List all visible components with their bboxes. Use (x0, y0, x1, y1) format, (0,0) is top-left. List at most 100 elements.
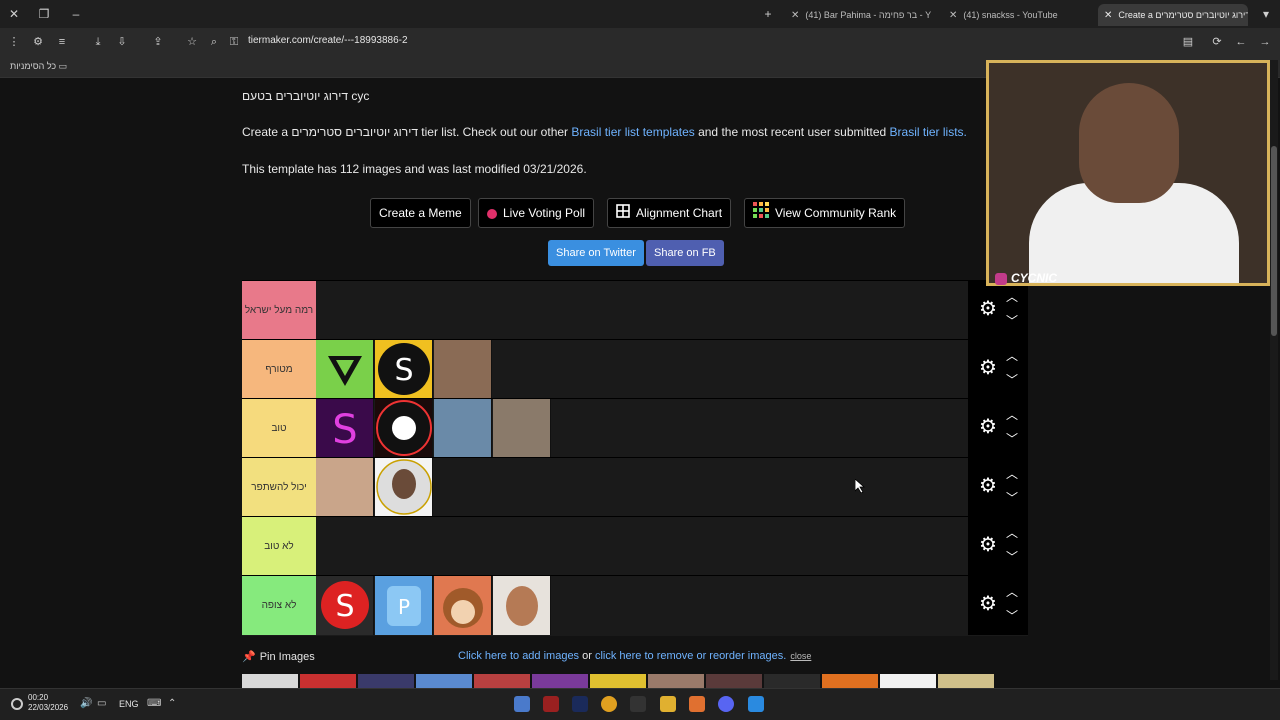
chevron-down-icon[interactable]: ﹀ (1004, 374, 1020, 386)
tab-create-tierlist[interactable]: ✕ Create a דירוג יוטיוברים סטרימרים (1098, 4, 1248, 26)
back-icon[interactable]: ← (1233, 34, 1249, 50)
pool-image[interactable] (300, 674, 356, 688)
tier-image[interactable]: S (316, 399, 374, 458)
extensions-icon[interactable]: ⚙ (30, 34, 46, 50)
language-indicator[interactable]: ENG (119, 699, 139, 709)
brasil-tierlists-link[interactable]: Brasil tier lists. (890, 125, 967, 139)
tier-label[interactable]: טוב (242, 399, 316, 458)
tier-label[interactable]: רמה מעל ישראל (242, 281, 316, 340)
share-twitter-button[interactable]: Share on Twitter (548, 240, 644, 266)
tab-menu-icon[interactable]: ▾ (1258, 6, 1274, 22)
brasil-templates-link[interactable]: Brasil tier list templates (571, 125, 694, 139)
chevron-up-icon[interactable]: ︿ (1004, 409, 1020, 421)
close-tab-icon[interactable]: ✕ (791, 10, 799, 21)
pool-image[interactable] (822, 674, 878, 688)
chevron-down-icon[interactable]: ﹀ (1004, 492, 1020, 504)
page-scrollbar[interactable] (1270, 60, 1278, 680)
tier-label[interactable]: יכול להשתפר (242, 458, 316, 517)
tier-image[interactable] (316, 340, 374, 399)
forward-icon[interactable]: → (1257, 34, 1273, 50)
clock[interactable]: 00:20 22/03/2026 (28, 693, 68, 713)
share-icon[interactable]: ⇪ (150, 34, 166, 50)
add-images-link[interactable]: Click here to add images (458, 650, 579, 662)
alignment-chart-button[interactable]: Alignment Chart (607, 198, 732, 228)
tier-items[interactable]: S P (316, 576, 968, 635)
gear-icon[interactable]: ⚙ (976, 592, 1000, 616)
live-voting-poll-button[interactable]: Live Voting Poll (478, 198, 595, 228)
volume-icon[interactable]: 🔊 (80, 698, 92, 710)
restore-icon[interactable]: ❐ (36, 6, 52, 22)
tier-image[interactable] (434, 576, 492, 635)
tier-image[interactable] (316, 458, 374, 517)
pool-image[interactable] (416, 674, 472, 688)
file-explorer-icon[interactable] (660, 696, 676, 712)
view-community-rank-button[interactable]: View Community Rank (744, 198, 906, 228)
tier-image[interactable] (493, 399, 551, 458)
chevron-up-icon[interactable]: ︿ (1004, 468, 1020, 480)
folder-icon[interactable] (689, 696, 705, 712)
chevron-down-icon[interactable]: ﹀ (1004, 610, 1020, 622)
gear-icon[interactable]: ⚙ (976, 356, 1000, 380)
gear-icon[interactable]: ⚙ (976, 533, 1000, 557)
close-window-icon[interactable]: ✕ (6, 6, 22, 22)
app-icon[interactable] (543, 696, 559, 712)
pool-image[interactable] (706, 674, 762, 688)
tier-image[interactable] (434, 340, 492, 399)
chevron-up-icon[interactable]: ︿ (1004, 586, 1020, 598)
tier-items[interactable] (316, 517, 968, 576)
network-icon[interactable]: ▭ (97, 698, 109, 710)
address-bar[interactable]: ⚿ tiermaker.com/create/---18993886-2 (226, 32, 1176, 52)
keyboard-icon[interactable]: ⌨ (147, 698, 161, 710)
tier-items[interactable]: S (316, 340, 968, 399)
download-icon[interactable]: ⤓ (90, 34, 106, 50)
discord-icon[interactable] (718, 696, 734, 712)
bookmark-star-icon[interactable]: ☆ (184, 34, 200, 50)
tier-image[interactable]: S (316, 576, 374, 635)
minimize-icon[interactable]: – (68, 6, 84, 22)
chevron-down-icon[interactable]: ﹀ (1004, 551, 1020, 563)
pool-image[interactable] (648, 674, 704, 688)
tier-label[interactable]: לא צופה (242, 576, 316, 635)
pool-image[interactable] (938, 674, 994, 688)
tier-image[interactable]: P (375, 576, 433, 635)
chevron-down-icon[interactable]: ﹀ (1004, 433, 1020, 445)
pool-image[interactable] (532, 674, 588, 688)
chevron-up-icon[interactable]: ︿ (1004, 291, 1020, 303)
pool-image[interactable] (242, 674, 298, 688)
pool-image[interactable] (880, 674, 936, 688)
search-icon[interactable]: ⌕ (206, 34, 222, 50)
tier-image[interactable] (434, 399, 492, 458)
notepad-icon[interactable] (514, 696, 530, 712)
gear-icon[interactable]: ⚙ (976, 297, 1000, 321)
new-tab-icon[interactable]: + (760, 6, 776, 22)
create-meme-button[interactable]: Create a Meme (370, 198, 471, 228)
reload-icon[interactable]: ⟳ (1209, 34, 1225, 50)
pool-image[interactable] (358, 674, 414, 688)
close-link[interactable]: close (790, 651, 811, 661)
chrome-icon[interactable] (601, 696, 617, 712)
close-tab-icon[interactable]: ✕ (1104, 10, 1112, 21)
chevron-down-icon[interactable]: ﹀ (1004, 315, 1020, 327)
gear-icon[interactable]: ⚙ (976, 474, 1000, 498)
tier-items[interactable] (316, 281, 968, 340)
tab-snackss[interactable]: ✕ (41) snackss - YouTube (943, 4, 1093, 26)
tray-chevron-icon[interactable]: ⌃ (168, 698, 180, 710)
epic-games-icon[interactable] (630, 696, 646, 712)
pool-image[interactable] (474, 674, 530, 688)
site-info-icon[interactable]: ⚿ (226, 34, 242, 50)
chevron-up-icon[interactable]: ︿ (1004, 350, 1020, 362)
chevron-up-icon[interactable]: ︿ (1004, 527, 1020, 539)
gear-icon[interactable]: ⚙ (976, 415, 1000, 439)
tier-image[interactable] (493, 576, 551, 635)
list-icon[interactable]: ≡ (54, 34, 70, 50)
tier-label[interactable]: מטורף (242, 340, 316, 399)
menu-icon[interactable]: ⋮ (6, 34, 22, 50)
tab-bar-pahima[interactable]: ✕ (41) Bar Pahima - בר פחימה - Y (785, 4, 935, 26)
close-tab-icon[interactable]: ✕ (949, 10, 957, 21)
share-fb-button[interactable]: Share on FB (646, 240, 724, 266)
tier-label[interactable]: לא טוב (242, 517, 316, 576)
windows-start-icon[interactable] (748, 696, 764, 712)
pin-images[interactable]: 📌 Pin Images (242, 650, 315, 663)
pool-image[interactable] (590, 674, 646, 688)
reader-icon[interactable]: ▤ (1180, 34, 1196, 50)
